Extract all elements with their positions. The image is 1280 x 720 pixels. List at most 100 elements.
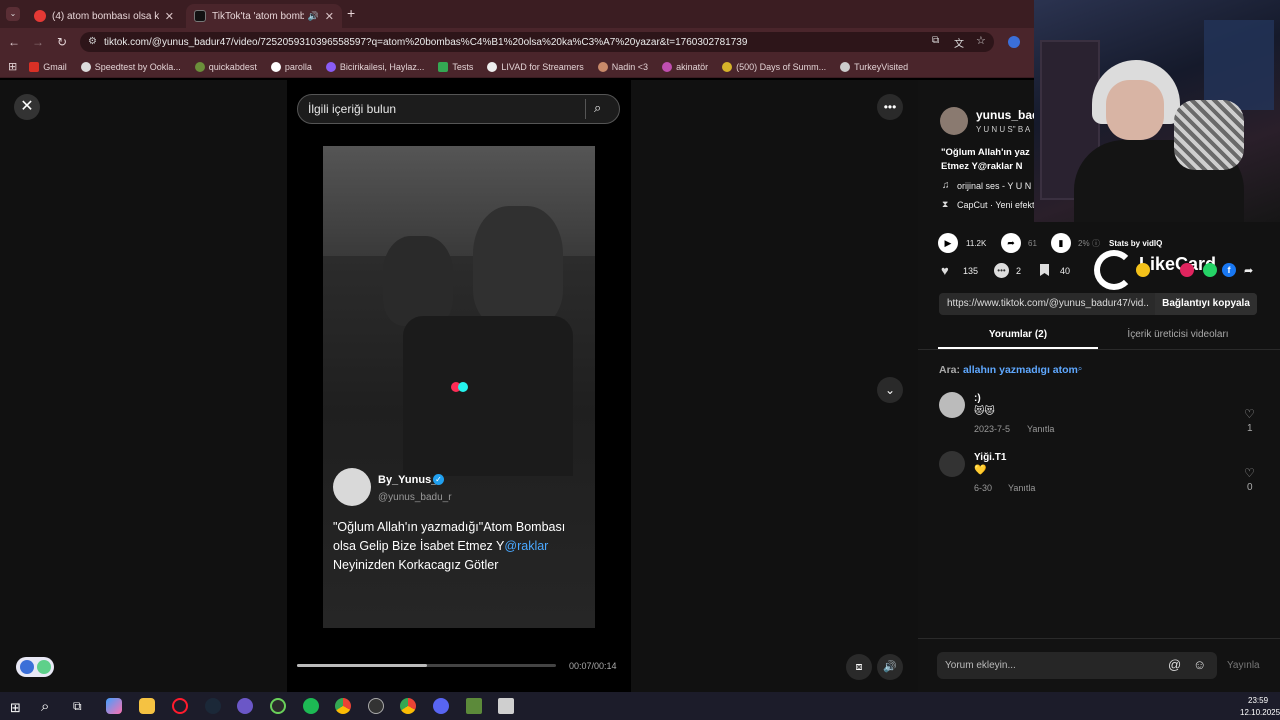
- bookmark-star-icon[interactable]: ☆: [976, 34, 986, 47]
- youtube-icon: [34, 10, 46, 22]
- comment-avatar[interactable]: [939, 451, 965, 477]
- more-options-icon[interactable]: •••: [877, 94, 903, 120]
- address-bar[interactable]: ⚙ tiktok.com/@yunus_badur47/video/725205…: [80, 32, 994, 52]
- add-comment-input[interactable]: Yorum ekleyin... @ ☺: [937, 652, 1217, 679]
- close-tab-icon[interactable]: ✕: [325, 10, 334, 23]
- comment-text: 😻😻: [974, 406, 995, 417]
- forward-icon[interactable]: →: [30, 34, 46, 50]
- close-icon[interactable]: ✕: [14, 94, 40, 120]
- share-pinterest-icon[interactable]: [1180, 263, 1194, 277]
- like-icon[interactable]: ♥: [941, 263, 949, 278]
- back-icon[interactable]: ←: [6, 34, 22, 50]
- video-person: [383, 236, 453, 326]
- bookmark-bicirikailesi[interactable]: Bicirikailesi, Haylaz...: [325, 61, 424, 72]
- windows-start-icon[interactable]: ⊞: [10, 700, 21, 716]
- search-icon[interactable]: ⌕: [41, 698, 49, 715]
- tab-creator-videos[interactable]: İçerik üreticisi videoları: [1098, 329, 1258, 340]
- obs-icon[interactable]: [237, 698, 253, 714]
- bookmark-parolla[interactable]: parolla: [270, 61, 312, 72]
- composer-divider: [918, 638, 1280, 639]
- reply-button[interactable]: Yanıtla: [1027, 424, 1054, 434]
- video-avatar: [333, 468, 371, 506]
- tab-search-button[interactable]: ⌄: [6, 7, 20, 21]
- description: "Oğlum Allah'ın yaz Etmez Y@raklar N: [941, 147, 1030, 172]
- comment-user[interactable]: Yiği.T1: [974, 452, 1006, 463]
- chrome-canary-icon[interactable]: [400, 698, 416, 714]
- clock-time[interactable]: 23:59: [1248, 696, 1268, 705]
- translate-icon[interactable]: 文: [954, 35, 964, 50]
- reply-button[interactable]: Yanıtla: [1008, 483, 1035, 493]
- speedometer-icon[interactable]: [270, 698, 286, 714]
- floating-player-icon[interactable]: ⧈: [846, 654, 872, 680]
- extension-toggle[interactable]: [16, 657, 54, 677]
- bookmark-gmail[interactable]: Gmail: [29, 61, 67, 72]
- tab-youtube[interactable]: (4) atom bombası olsa kaç yazar ✕: [26, 4, 182, 28]
- chart-icon: ▮: [1051, 233, 1071, 253]
- comment-icon[interactable]: •••: [994, 263, 1009, 278]
- search-icon[interactable]: ⌕: [594, 100, 601, 116]
- music-icon: ♫: [942, 180, 950, 191]
- apps-icon[interactable]: ⊞: [8, 60, 17, 73]
- comment-avatar[interactable]: [939, 392, 965, 418]
- comment-user[interactable]: :): [974, 393, 981, 404]
- bookmark-quickabdest[interactable]: quickabdest: [194, 61, 257, 72]
- share-whatsapp-icon[interactable]: [1203, 263, 1217, 277]
- bookmark-500-days[interactable]: (500) Days of Summ...: [722, 61, 826, 72]
- minecraft-icon[interactable]: [466, 698, 482, 714]
- extension-icon[interactable]: [1008, 36, 1020, 48]
- tab-comments[interactable]: Yorumlar (2): [938, 329, 1098, 340]
- speedtest-icon: [80, 61, 91, 72]
- chevron-down-icon[interactable]: ⌄: [877, 377, 903, 403]
- bookmark-akinator[interactable]: akinatör: [662, 61, 708, 72]
- copy-link-button[interactable]: Bağlantıyı kopyala: [1155, 293, 1257, 315]
- progress-track[interactable]: [297, 664, 556, 667]
- bookmark-livad[interactable]: LIVAD for Streamers: [487, 61, 584, 72]
- loading-spinner-icon: [451, 382, 469, 392]
- close-tab-icon[interactable]: ✕: [165, 10, 174, 23]
- author-name[interactable]: yunus_badu: [976, 108, 1034, 122]
- folder-icon: [438, 61, 449, 72]
- site-info-icon[interactable]: ⚙: [88, 36, 97, 47]
- speaker-icon[interactable]: 🔊: [308, 11, 319, 22]
- sound-link[interactable]: orijinal ses - Y U N: [957, 181, 1034, 191]
- new-tab-button[interactable]: +: [347, 5, 361, 21]
- install-icon[interactable]: ⧉: [932, 35, 939, 46]
- comment-count: 2: [1016, 266, 1022, 276]
- bookmark-nadin[interactable]: Nadin <3: [597, 61, 648, 72]
- spotify-icon[interactable]: [303, 698, 319, 714]
- search-divider: [585, 99, 586, 119]
- share-more-icon[interactable]: ➦: [1244, 264, 1253, 277]
- bookmark-speedtest[interactable]: Speedtest by Ookla...: [80, 61, 181, 72]
- task-view-icon[interactable]: ⧉: [73, 699, 82, 714]
- steam-icon[interactable]: [205, 698, 221, 714]
- app-icon[interactable]: [368, 698, 384, 714]
- comment-search-suggestion[interactable]: Ara: allahın yazmadıgı atom⌕: [939, 364, 1082, 376]
- tabs-divider: [918, 349, 1280, 350]
- post-button[interactable]: Yayınla: [1227, 660, 1260, 671]
- discord-icon[interactable]: [433, 698, 449, 714]
- chrome-icon[interactable]: [335, 698, 351, 714]
- mention-icon[interactable]: @: [1168, 657, 1181, 672]
- author-avatar[interactable]: [940, 107, 968, 135]
- clock-date[interactable]: 12.10.2025: [1240, 708, 1280, 717]
- related-search-input[interactable]: İlgili içeriği bulun: [297, 94, 620, 124]
- video-person: [473, 206, 563, 326]
- heart-icon[interactable]: ♡: [1244, 466, 1255, 480]
- bookmark-tests[interactable]: Tests: [438, 61, 473, 72]
- comment-date: 6-30: [974, 483, 993, 493]
- window: [1204, 20, 1274, 110]
- effect-link[interactable]: CapCut · Yeni efekt: [957, 200, 1034, 210]
- reload-icon[interactable]: ↻: [54, 34, 70, 50]
- file-explorer-icon[interactable]: [139, 698, 155, 714]
- volume-icon[interactable]: 🔊: [877, 654, 903, 680]
- share-facebook-icon[interactable]: f: [1222, 263, 1236, 277]
- window-app-icon[interactable]: [498, 698, 514, 714]
- heart-icon[interactable]: ♡: [1244, 407, 1255, 421]
- opera-icon[interactable]: [172, 698, 188, 714]
- emoji-icon[interactable]: ☺: [1193, 657, 1206, 672]
- video-caption: "Oğlum Allah'ın yazmadığı"Atom Bombası o…: [333, 520, 566, 572]
- video-player[interactable]: By_Yunus_ ✓ @yunus_badu_r "Oğlum Allah'ı…: [323, 146, 595, 628]
- tab-tiktok[interactable]: TikTok'ta 'atom bombası olsa... 🔊 ✕: [186, 4, 342, 28]
- copilot-icon[interactable]: [106, 698, 122, 714]
- bookmark-turkeyvisited[interactable]: TurkeyVisited: [840, 61, 908, 72]
